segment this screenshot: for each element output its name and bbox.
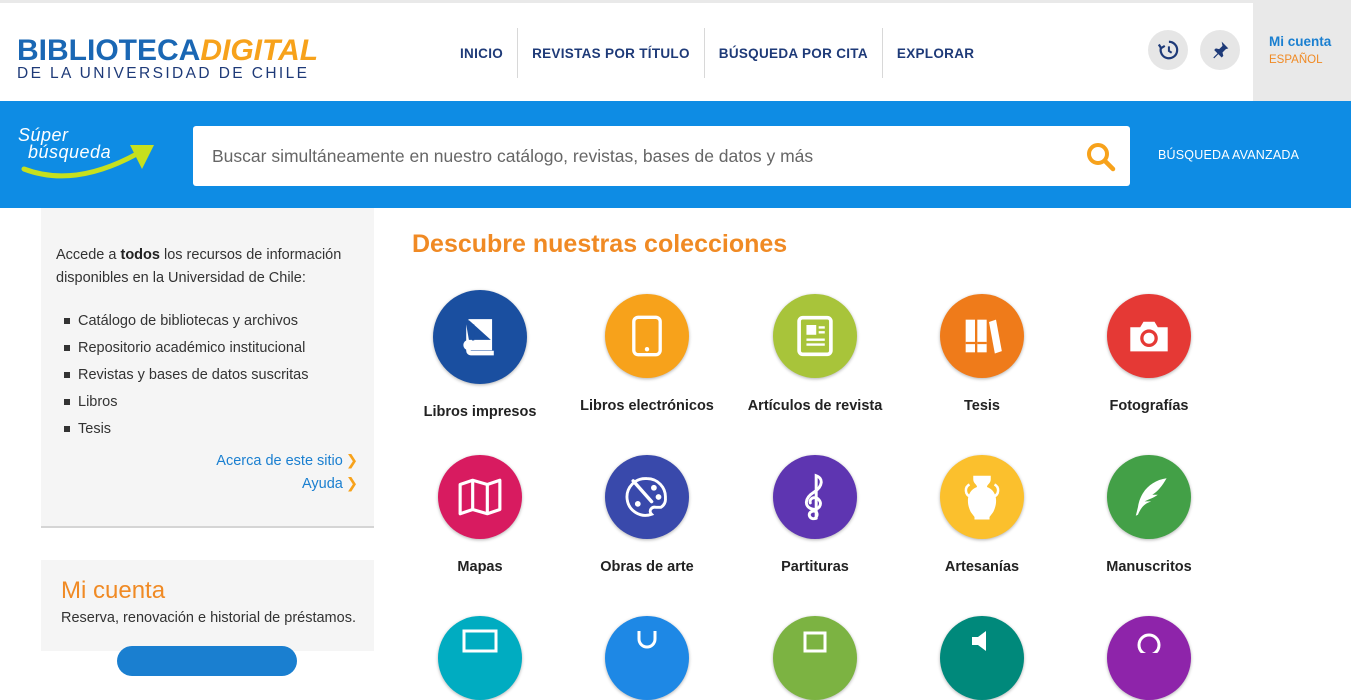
help-link[interactable]: Ayuda ❯ <box>302 476 358 492</box>
intro-text-bold: todos <box>120 247 160 263</box>
article-icon <box>797 315 833 357</box>
account-menu[interactable]: Mi cuenta ESPAÑOL <box>1253 3 1351 101</box>
language-selector[interactable]: ESPAÑOL <box>1269 54 1351 66</box>
collection-partial-4[interactable] <box>902 616 1062 700</box>
history-button[interactable] <box>1148 30 1188 70</box>
intro-text-pre: Accede a <box>56 247 121 263</box>
main-nav: INICIO REVISTAS POR TÍTULO BÚSQUEDA POR … <box>446 28 988 78</box>
partial-icon-shape <box>803 631 827 653</box>
pin-button[interactable] <box>1200 30 1240 70</box>
list-item: Catálogo de bibliotecas y archivos <box>64 308 309 335</box>
collection-partial-1[interactable] <box>400 616 560 700</box>
collection-icon-wrap <box>433 290 527 384</box>
logo-subtitle: DE LA UNIVERSIDAD DE CHILE <box>17 65 310 82</box>
collection-icon-wrap <box>773 455 857 539</box>
pin-icon <box>1213 41 1229 59</box>
chevron-right-icon: ❯ <box>345 476 358 492</box>
collection-libros-impresos[interactable]: Libros impresos <box>400 290 560 420</box>
site-logo[interactable]: BIBLIOTECADIGITAL DE LA UNIVERSIDAD DE C… <box>17 36 318 82</box>
account-box-text: Reserva, renovación e historial de prést… <box>61 610 356 626</box>
collection-artesanias[interactable]: Artesanías <box>902 455 1062 575</box>
list-item: Tesis <box>64 416 309 443</box>
collection-label: Obras de arte <box>600 559 694 575</box>
collection-icon-wrap <box>940 294 1024 378</box>
search-bar: Súper búsqueda BÚSQUEDA AVANZADA <box>0 101 1351 208</box>
partial-icon <box>438 616 522 700</box>
account-box: Mi cuenta Reserva, renovación e historia… <box>41 560 374 676</box>
collection-label: Artesanías <box>944 559 1020 575</box>
collection-libros-electronicos[interactable]: Libros electrónicos <box>567 294 727 414</box>
collection-articulos[interactable]: Artículos de revista <box>735 294 895 414</box>
search-input[interactable] <box>193 126 1073 186</box>
collection-label: Tesis <box>963 398 1000 414</box>
partial-icon-shape <box>1137 633 1161 653</box>
partial-icon <box>940 616 1024 700</box>
collection-partituras[interactable]: Partituras <box>735 455 895 575</box>
account-title[interactable]: Mi cuenta <box>1269 34 1351 49</box>
collection-icon-wrap <box>940 455 1024 539</box>
search-icon[interactable] <box>1085 141 1117 173</box>
feather-icon <box>1135 478 1167 516</box>
collection-tesis[interactable]: Tesis <box>902 294 1062 414</box>
nav-revistas[interactable]: REVISTAS POR TÍTULO <box>517 28 704 78</box>
partial-icon <box>605 616 689 700</box>
resource-list: Catálogo de bibliotecas y archivos Repos… <box>64 308 309 443</box>
logo-text-b: DIGITAL <box>200 34 319 67</box>
super-busqueda-logo[interactable]: Súper búsqueda <box>16 125 156 189</box>
search-box <box>193 126 1130 186</box>
collection-manuscritos[interactable]: Manuscritos <box>1069 455 1229 575</box>
collection-icon-wrap <box>1107 294 1191 378</box>
sidebar-intro: Accede a todos los recursos de informaci… <box>56 244 356 290</box>
list-item: Repositorio académico institucional <box>64 335 309 362</box>
collection-icon-wrap <box>438 455 522 539</box>
palette-icon <box>625 477 667 517</box>
help-link-label: Ayuda <box>301 476 343 492</box>
list-item: Revistas y bases de datos suscritas <box>64 362 309 389</box>
collection-icon-wrap <box>773 294 857 378</box>
list-item: Libros <box>64 389 309 416</box>
collection-mapas[interactable]: Mapas <box>400 455 560 575</box>
partial-icon <box>1107 616 1191 700</box>
tablet-icon <box>632 315 662 357</box>
camera-icon <box>1130 321 1168 352</box>
collection-label: Partituras <box>781 559 849 575</box>
about-link[interactable]: Acerca de este sitio ❯ <box>216 453 358 469</box>
book-icon <box>463 319 494 356</box>
collection-icon-wrap <box>1107 455 1191 539</box>
collection-obras-de-arte[interactable]: Obras de arte <box>567 455 727 575</box>
collection-partial-2[interactable] <box>567 616 727 700</box>
partial-icon-shape <box>972 631 986 651</box>
collection-label: Libros electrónicos <box>580 398 714 414</box>
about-link-label: Acerca de este sitio <box>216 453 343 469</box>
collection-partial-5[interactable] <box>1069 616 1229 700</box>
collection-label: Fotografías <box>1109 398 1189 414</box>
map-icon <box>458 478 502 516</box>
collection-label: Libros impresos <box>423 404 537 420</box>
collection-label: Manuscritos <box>1106 559 1192 575</box>
partial-icon-shape <box>637 631 657 649</box>
partial-icon <box>773 616 857 700</box>
site-header: BIBLIOTECADIGITAL DE LA UNIVERSIDAD DE C… <box>0 3 1351 101</box>
collection-label: Mapas <box>457 559 503 575</box>
chevron-right-icon: ❯ <box>345 453 358 469</box>
collection-label: Artículos de revista <box>747 398 883 414</box>
collection-icon-wrap <box>605 455 689 539</box>
partial-icon-shape <box>462 629 498 653</box>
account-box-title: Mi cuenta <box>61 577 166 604</box>
swoosh-icon <box>21 145 154 179</box>
collection-fotografias[interactable]: Fotografías <box>1069 294 1229 414</box>
collection-icon-wrap <box>605 294 689 378</box>
nav-explorar[interactable]: EXPLORAR <box>881 28 988 78</box>
collection-partial-3[interactable] <box>735 616 895 700</box>
nav-busqueda-cita[interactable]: BÚSQUEDA POR CITA <box>703 28 882 78</box>
collections-title: Descubre nuestras colecciones <box>412 230 788 258</box>
sidebar-info: Accede a todos los recursos de informaci… <box>41 208 374 528</box>
advanced-search-link[interactable]: BÚSQUEDA AVANZADA <box>1158 148 1299 162</box>
logo-text-a: BIBLIOTECA <box>17 34 201 67</box>
nav-inicio[interactable]: INICIO <box>446 28 517 78</box>
music-icon <box>804 473 823 521</box>
history-icon <box>1157 40 1179 60</box>
books-icon <box>965 319 1002 354</box>
vase-icon <box>964 475 1000 520</box>
